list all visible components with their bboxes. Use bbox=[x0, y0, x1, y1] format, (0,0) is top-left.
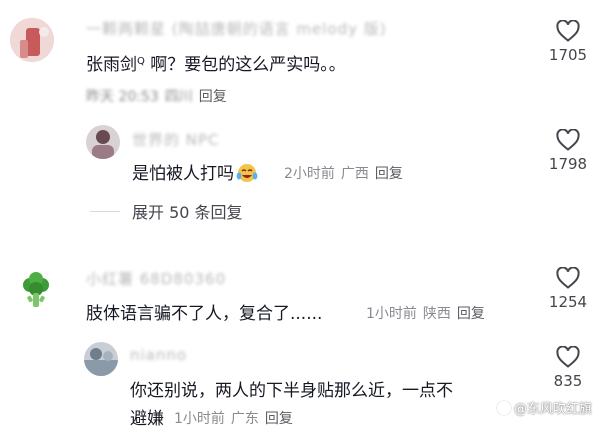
heart-outline-icon bbox=[556, 346, 580, 368]
avatar-image bbox=[10, 18, 54, 62]
username[interactable]: 世界的 NPC bbox=[132, 129, 220, 150]
reply-button[interactable]: 回复 bbox=[457, 306, 485, 322]
avatar[interactable] bbox=[84, 342, 118, 376]
avatar-image bbox=[86, 125, 120, 159]
crying-laughing-emoji-icon bbox=[236, 163, 258, 183]
heart-outline-icon bbox=[556, 20, 580, 42]
expand-replies-button[interactable]: 展开 50 条回复 bbox=[90, 199, 243, 223]
mention-link[interactable]: 张雨剑 bbox=[86, 55, 137, 75]
comment-location: 陕西 bbox=[422, 306, 451, 322]
like-button[interactable]: 1798 bbox=[538, 129, 598, 173]
like-button[interactable]: 1705 bbox=[538, 20, 598, 64]
heart-outline-icon bbox=[556, 129, 580, 151]
comment-text-rest: 啊？要包的这么严实吗。。 bbox=[144, 55, 346, 75]
comment-time: 1小时前 bbox=[366, 306, 417, 322]
comment-meta: 1小时前 陕西 回复 bbox=[366, 303, 491, 323]
comment-time: 2小时前 bbox=[284, 166, 335, 182]
broccoli-avatar-icon bbox=[23, 272, 49, 307]
reply-button[interactable]: 回复 bbox=[199, 89, 227, 105]
like-count: 1254 bbox=[548, 293, 588, 311]
comment-3: 小红薯 68D80360 肢体语言骗不了人，复合了...... 1小时前 陕西 回复… bbox=[0, 255, 600, 340]
like-count: 1705 bbox=[548, 46, 588, 64]
comment-text-line2: 避嫌 bbox=[130, 409, 164, 429]
comment-text: 肢体语言骗不了人，复合了...... bbox=[86, 304, 323, 324]
avatar-image bbox=[84, 342, 118, 376]
expand-replies-label: 展开 50 条回复 bbox=[132, 203, 243, 222]
comment-2: 世界的 NPC 是怕被人打吗 2小时前 广西 回复 1798 bbox=[0, 115, 600, 195]
search-mention-icon: Q bbox=[137, 56, 145, 67]
username[interactable]: 一颗两颗星 (陶喆唐朝的语言 melody 版) bbox=[86, 18, 387, 39]
comment-meta: 2小时前 广西 回复 bbox=[284, 163, 409, 183]
avatar[interactable] bbox=[10, 18, 54, 62]
like-button[interactable]: 835 bbox=[538, 346, 598, 390]
comment-meta: 1小时前 广东 回复 bbox=[174, 408, 299, 428]
watermark-text: @东风吹红旗 bbox=[513, 402, 592, 417]
avatar[interactable] bbox=[14, 269, 58, 313]
like-count: 835 bbox=[553, 372, 583, 390]
comment-meta: 昨天 20:53 四川 回复 bbox=[86, 86, 233, 106]
comment-1: 一颗两颗星 (陶喆唐朝的语言 melody 版) 张雨剑Q 啊？要包的这么严实吗… bbox=[0, 0, 600, 115]
comment-time: 昨天 20:53 bbox=[86, 89, 159, 105]
watermark-icon bbox=[496, 401, 511, 415]
watermark: @东风吹红旗 bbox=[496, 398, 592, 417]
comment-text: 是怕被人打吗 bbox=[132, 159, 260, 184]
like-count: 1798 bbox=[548, 155, 588, 173]
avatar[interactable] bbox=[86, 125, 120, 159]
comment-location: 广西 bbox=[340, 166, 369, 182]
comment-text: 张雨剑Q 啊？要包的这么严实吗。。 bbox=[86, 50, 346, 75]
username[interactable]: 小红薯 68D80360 bbox=[86, 268, 226, 289]
username[interactable]: nianno bbox=[130, 346, 187, 364]
heart-outline-icon bbox=[556, 267, 580, 289]
reply-button[interactable]: 回复 bbox=[375, 166, 403, 182]
expand-divider bbox=[90, 210, 120, 212]
comment-text: 你还别说，两人的下半身贴那么近，一点不 bbox=[130, 381, 453, 401]
like-button[interactable]: 1254 bbox=[538, 267, 598, 311]
comment-location: 四川 bbox=[164, 89, 193, 105]
